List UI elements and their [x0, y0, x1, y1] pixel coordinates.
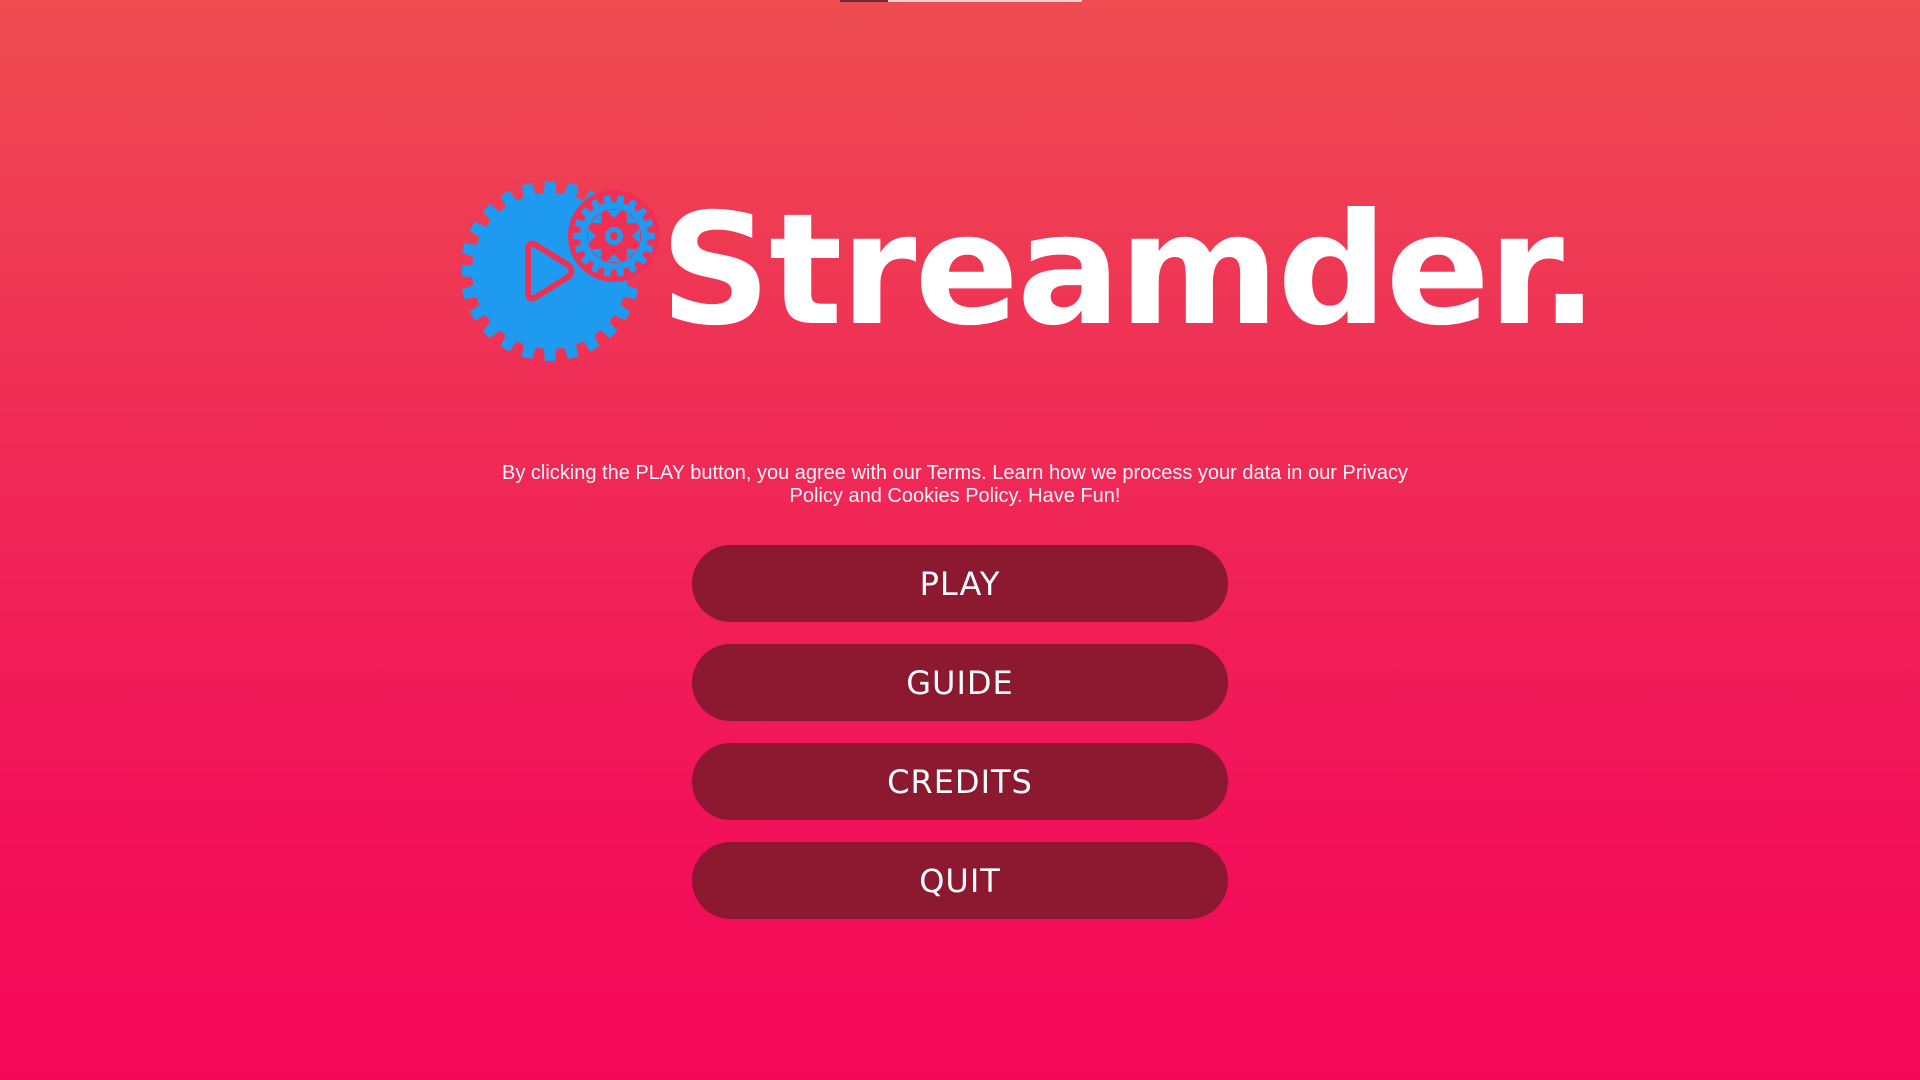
main-menu: PLAY GUIDE CREDITS QUIT [692, 545, 1228, 941]
guide-button[interactable]: GUIDE [692, 644, 1228, 721]
quit-button[interactable]: QUIT [692, 842, 1228, 919]
gear-play-icon [462, 181, 660, 361]
logo-wordmark: Streamder. [660, 181, 1598, 360]
streamder-logo: Streamder. [462, 178, 1598, 364]
small-gear-center-dot [610, 232, 618, 240]
play-button[interactable]: PLAY [692, 545, 1228, 622]
top-loading-strip [840, 0, 1082, 2]
credits-button[interactable]: CREDITS [692, 743, 1228, 820]
terms-notice: By clicking the PLAY button, you agree w… [501, 462, 1408, 507]
top-strip-light-segment [888, 0, 1082, 2]
top-strip-dark-segment [840, 0, 888, 2]
